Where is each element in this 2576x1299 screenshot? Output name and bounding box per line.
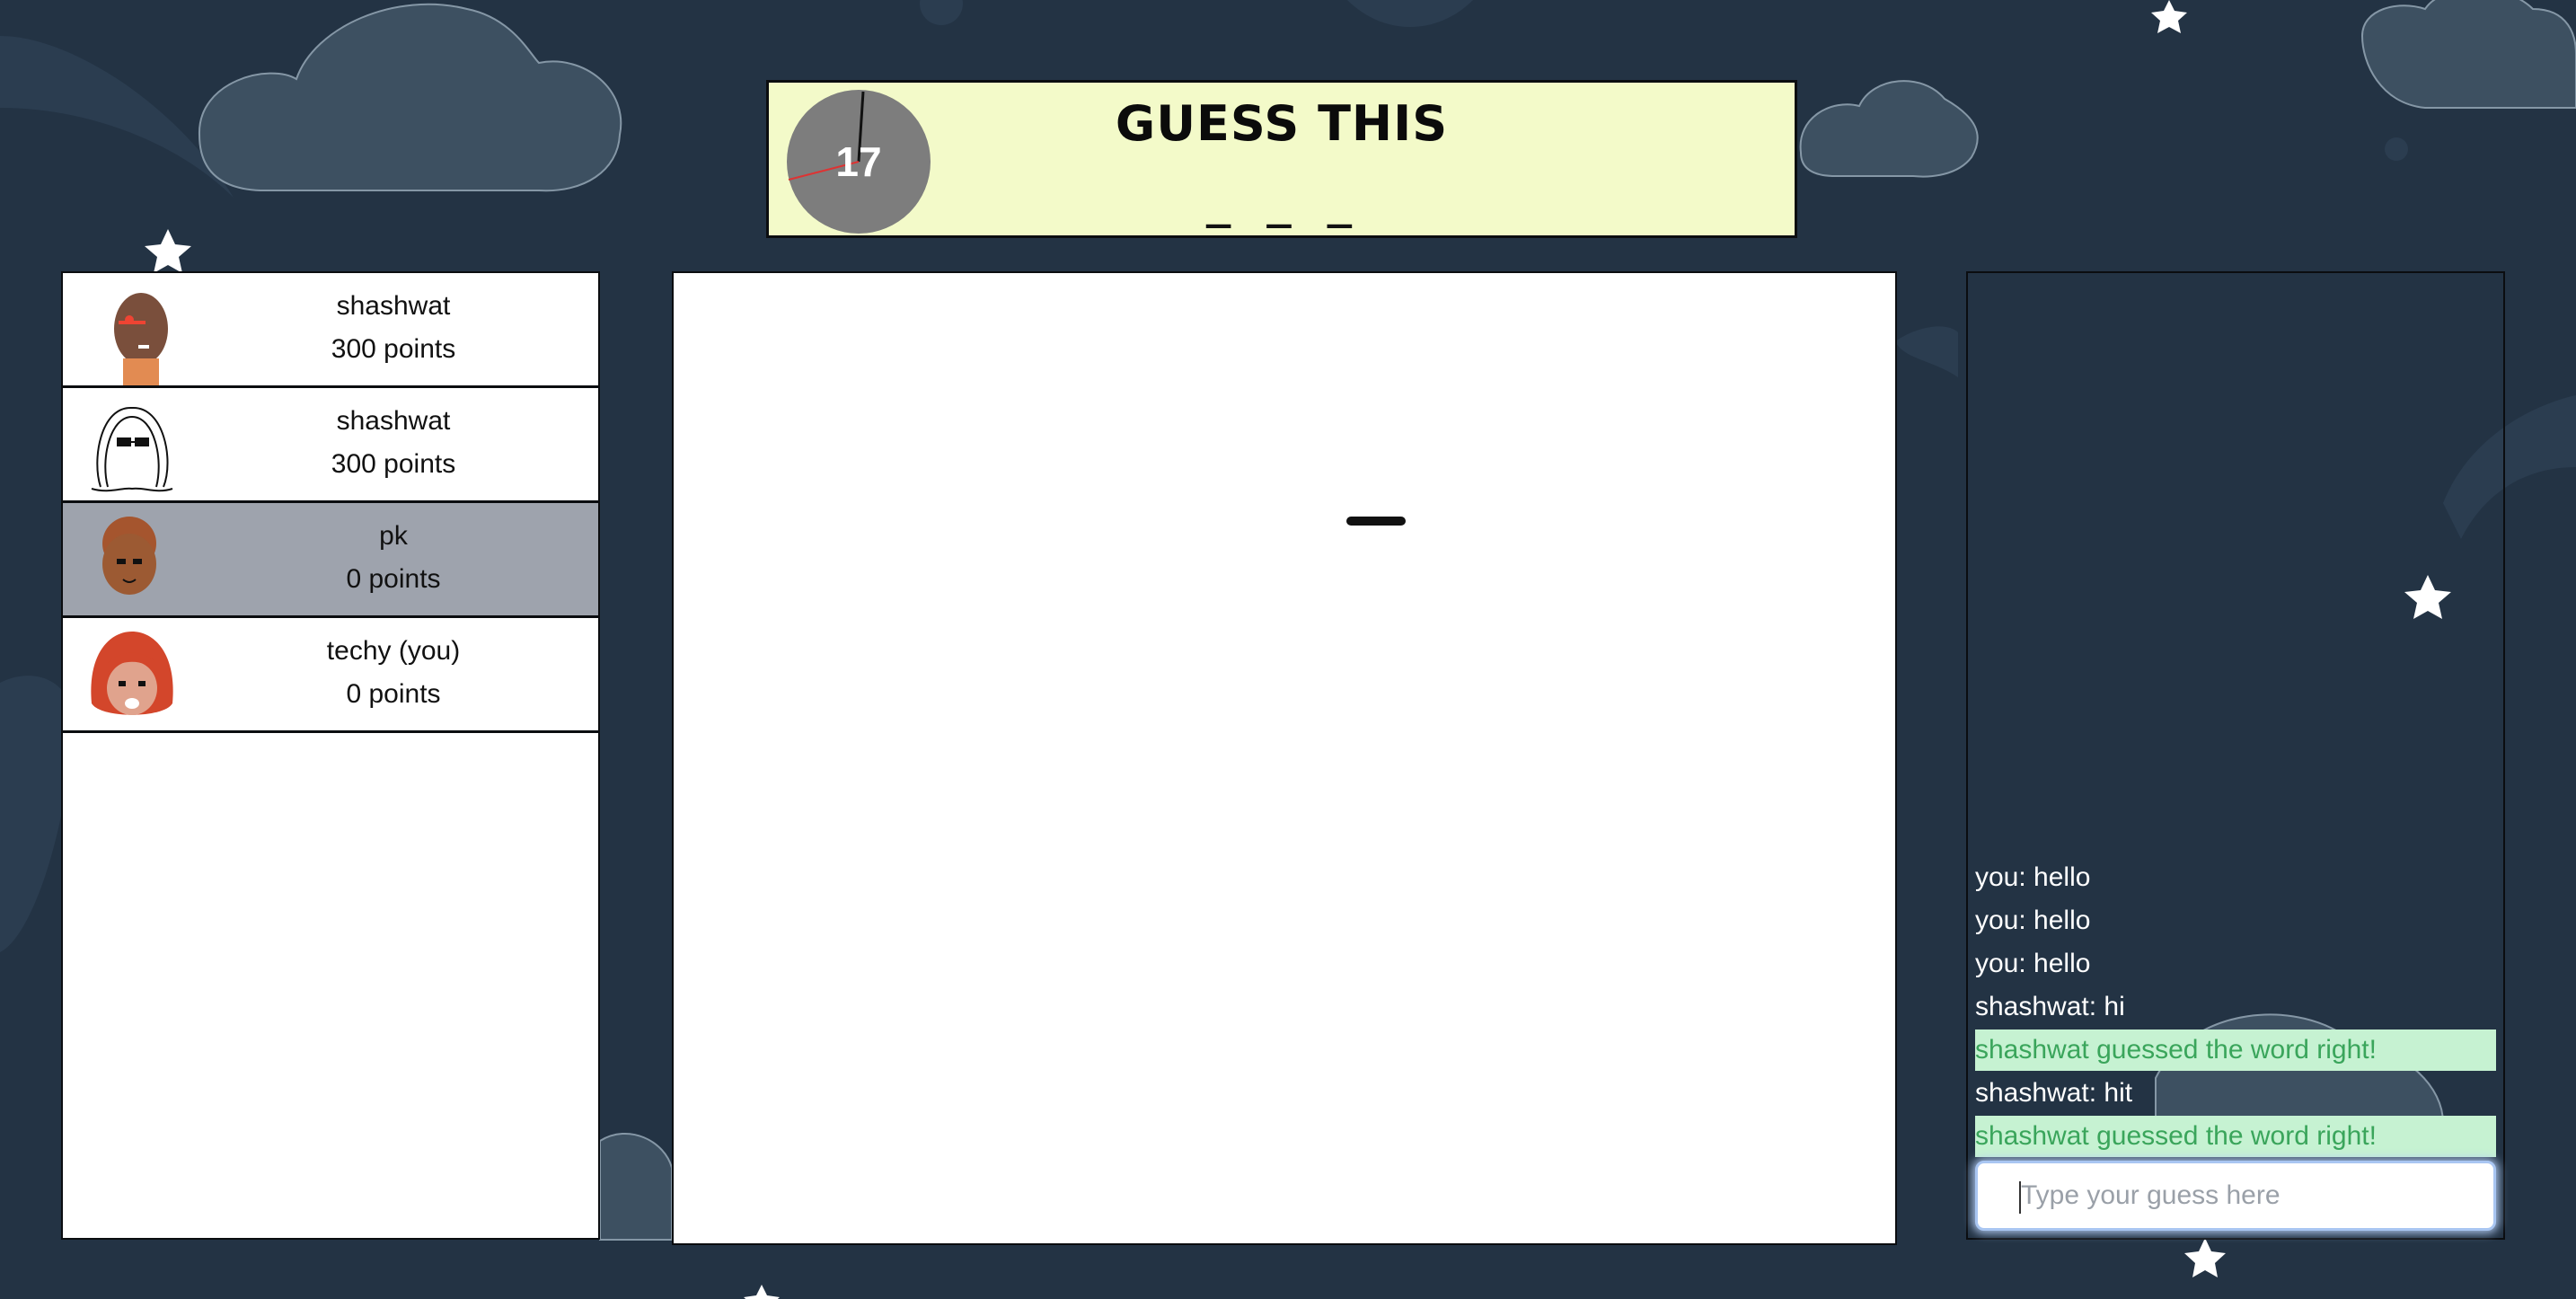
player-points: 300 points — [331, 449, 456, 479]
countdown-timer: 17 — [787, 90, 931, 234]
chat-message-list: you: hello you: hello you: hello shashwa… — [1975, 855, 2496, 1157]
player-name: pk — [379, 521, 408, 551]
player-points: 300 points — [331, 334, 456, 364]
timer-value: 17 — [835, 138, 882, 185]
text-caret — [2019, 1181, 2021, 1214]
player-card: shashwat 300 points — [63, 388, 598, 503]
drawing-canvas[interactable] — [672, 271, 1897, 1245]
red-hair-avatar-icon — [91, 632, 173, 715]
word-header: 17 GUESS THIS _ _ _ — [766, 80, 1797, 238]
guess-input[interactable] — [1978, 1163, 2493, 1228]
chat-panel: you: hello you: hello you: hello shashwa… — [1966, 271, 2505, 1240]
player-card-active: pk 0 points — [63, 503, 598, 618]
curly-hair-avatar-icon — [102, 517, 156, 595]
chat-system-message: shashwat guessed the word right! — [1975, 1116, 2496, 1157]
player-name: shashwat — [336, 406, 451, 436]
player-points: 0 points — [346, 564, 441, 594]
player-card: shashwat 300 points — [63, 273, 598, 388]
guess-input-wrapper — [1975, 1161, 2496, 1231]
player-card: techy (you) 0 points — [63, 618, 598, 733]
chat-message: shashwat: hi — [1975, 992, 2125, 1021]
long-hair-sunglasses-avatar-icon — [91, 406, 173, 492]
chat-message: you: hello — [1975, 906, 2091, 935]
drawing-stroke — [1346, 517, 1406, 526]
chat-message: you: hello — [1975, 862, 2091, 892]
chat-message: you: hello — [1975, 949, 2091, 978]
chat-message: shashwat: hit — [1975, 1078, 2133, 1108]
player-name: techy (you) — [326, 636, 461, 666]
player-points: 0 points — [346, 679, 441, 709]
player-name: shashwat — [336, 291, 451, 321]
chat-system-message: shashwat guessed the word right! — [1975, 1029, 2496, 1071]
bald-avatar-icon — [114, 293, 168, 385]
players-list: shashwat 300 points shashwat 300 points … — [61, 271, 600, 1240]
